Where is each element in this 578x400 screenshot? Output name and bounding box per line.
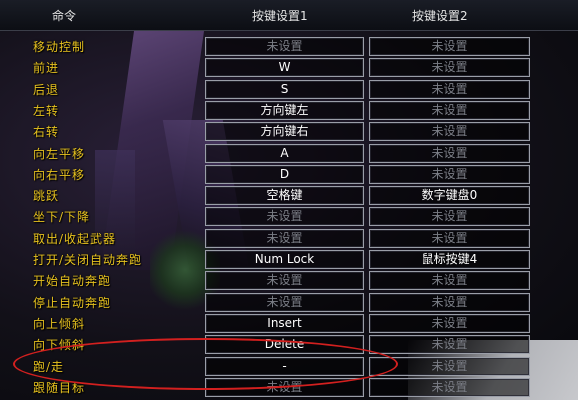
keybinding-command-label: 停止自动奔跑: [33, 296, 112, 310]
keybind-1-button[interactable]: A: [205, 144, 364, 163]
keybind-1-button[interactable]: Num Lock: [205, 250, 364, 269]
keybind-2-button[interactable]: 未设置: [369, 144, 530, 163]
keybind-1-button[interactable]: 未设置: [205, 229, 364, 248]
keybinding-row: 左转 方向键左 未设置: [0, 101, 578, 122]
keybinding-command-label: 打开/关闭自动奔跑: [33, 253, 143, 267]
keybinding-row: 向左平移 A 未设置: [0, 144, 578, 165]
keybind-2-button[interactable]: 数字键盘0: [369, 186, 530, 205]
keybind-1-button[interactable]: Insert: [205, 314, 364, 333]
keybind-1-button[interactable]: D: [205, 165, 364, 184]
keybind-2-button[interactable]: 未设置: [369, 335, 530, 354]
keybind-2-button[interactable]: 未设置: [369, 314, 530, 333]
keybind-2-button[interactable]: 未设置: [369, 101, 530, 120]
keybinding-row: 移动控制 未设置 未设置: [0, 37, 578, 58]
keybinding-row: 开始自动奔跑 未设置 未设置: [0, 271, 578, 292]
keybinding-command-label: 开始自动奔跑: [33, 274, 112, 288]
header-keybind-2: 按键设置2: [412, 9, 468, 23]
keybinding-row: 前进 W 未设置: [0, 58, 578, 79]
red-highlight-annotation: [13, 338, 398, 390]
keybinding-command-label: 取出/收起武器: [33, 232, 117, 246]
keybinding-row: 后退 S 未设置: [0, 80, 578, 101]
keybinding-row: 取出/收起武器 未设置 未设置: [0, 229, 578, 250]
keybind-2-button[interactable]: 未设置: [369, 271, 530, 290]
keybinding-row: 右转 方向键右 未设置: [0, 122, 578, 143]
keybinding-row: 停止自动奔跑 未设置 未设置: [0, 293, 578, 314]
header-keybind-1: 按键设置1: [252, 9, 308, 23]
keybind-2-button[interactable]: 未设置: [369, 165, 530, 184]
keybinding-command-label: 移动控制: [33, 40, 86, 54]
keybinding-row: 打开/关闭自动奔跑 Num Lock 鼠标按键4: [0, 250, 578, 271]
keybind-2-button[interactable]: 未设置: [369, 122, 530, 141]
keybind-1-button[interactable]: S: [205, 80, 364, 99]
keybind-2-button[interactable]: 未设置: [369, 80, 530, 99]
keybinding-command-label: 前进: [33, 61, 60, 75]
keybind-2-button[interactable]: 未设置: [369, 229, 530, 248]
keybinding-row: 向右平移 D 未设置: [0, 165, 578, 186]
keybinding-command-label: 坐下/下降: [33, 210, 91, 224]
keybinding-command-label: 右转: [33, 125, 60, 139]
keybinding-command-label: 向上倾斜: [33, 317, 86, 331]
keybind-2-button[interactable]: 未设置: [369, 58, 530, 77]
keybinding-command-label: 跳跃: [33, 189, 60, 203]
keybinding-command-label: 向左平移: [33, 147, 86, 161]
keybind-2-button[interactable]: 未设置: [369, 207, 530, 226]
keybind-2-button[interactable]: 未设置: [369, 293, 530, 312]
keybind-1-button[interactable]: 空格键: [205, 186, 364, 205]
keybinding-row: 坐下/下降 未设置 未设置: [0, 207, 578, 228]
keybinding-row: 跳跃 空格键 数字键盘0: [0, 186, 578, 207]
keybind-2-button[interactable]: 未设置: [369, 37, 530, 56]
keybind-1-button[interactable]: W: [205, 58, 364, 77]
keybinding-command-label: 向右平移: [33, 168, 86, 182]
keybindings-header: 命令 按键设置1 按键设置2: [0, 0, 578, 31]
keybind-1-button[interactable]: 未设置: [205, 37, 364, 56]
keybinding-command-label: 左转: [33, 104, 60, 118]
keybinding-command-label: 后退: [33, 83, 60, 97]
keybind-2-button[interactable]: 未设置: [369, 378, 530, 397]
keybind-1-button[interactable]: 未设置: [205, 293, 364, 312]
keybindings-panel: 命令 按键设置1 按键设置2 移动控制 未设置 未设置 前进 W 未设置 后退 S 未设置 左转方…: [0, 0, 578, 400]
keybind-2-button[interactable]: 鼠标按键4: [369, 250, 530, 269]
keybind-1-button[interactable]: 未设置: [205, 207, 364, 226]
keybinding-row: 向上倾斜 Insert 未设置: [0, 314, 578, 335]
keybind-1-button[interactable]: 方向键右: [205, 122, 364, 141]
keybind-1-button[interactable]: 方向键左: [205, 101, 364, 120]
header-command: 命令: [52, 9, 77, 23]
keybind-1-button[interactable]: 未设置: [205, 271, 364, 290]
